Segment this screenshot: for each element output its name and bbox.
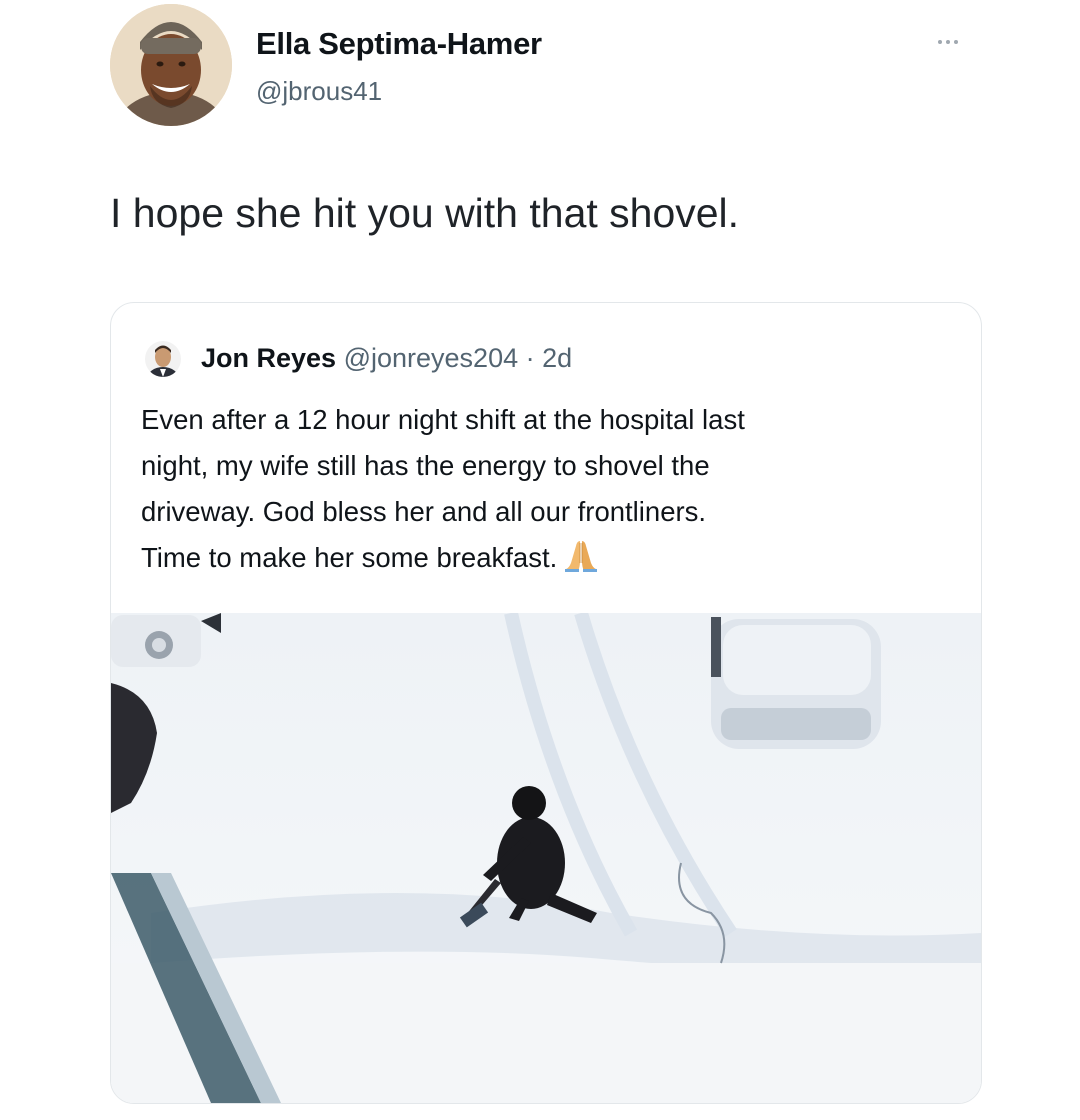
more-dot <box>946 40 950 44</box>
quoted-tweet-text: Even after a 12 hour night shift at the … <box>141 397 971 581</box>
quoted-tweet-text-line: driveway. God bless her and all our fron… <box>141 496 707 527</box>
more-options-button[interactable] <box>928 30 968 54</box>
separator-dot: · <box>525 343 535 373</box>
quoted-tweet-card[interactable]: Jon Reyes @jonreyes204 · 2d Even after a… <box>110 302 982 1104</box>
tweet-text: I hope she hit you with that shovel. <box>110 190 740 236</box>
more-dot <box>954 40 958 44</box>
tweet: Ella Septima-Hamer @jbrous41 I hope she … <box>0 0 1080 1120</box>
author-avatar[interactable] <box>110 4 232 126</box>
quoted-tweet-header: Jon Reyes @jonreyes204 · 2d <box>201 343 572 374</box>
quoted-tweet-text-line: Even after a 12 hour night shift at the … <box>141 404 745 435</box>
quoted-author-handle[interactable]: @jonreyes204 <box>344 343 519 373</box>
quoted-tweet-text-line-content: Time to make her some breakfast. <box>141 542 558 573</box>
author-name[interactable]: Ella Septima-Hamer <box>256 26 542 62</box>
quoted-author-avatar[interactable] <box>145 341 181 377</box>
quoted-author-name[interactable]: Jon Reyes <box>201 343 336 373</box>
author-handle[interactable]: @jbrous41 <box>256 76 382 107</box>
quoted-tweet-text-line: Time to make her some breakfast. <box>141 535 971 581</box>
more-horizontal-icon <box>938 40 942 44</box>
quoted-tweet-text-line: night, my wife still has the energy to s… <box>141 450 710 481</box>
quoted-tweet-photo[interactable] <box>111 613 981 1103</box>
quoted-tweet-timestamp[interactable]: 2d <box>542 343 572 373</box>
folded-hands-icon <box>563 537 599 573</box>
